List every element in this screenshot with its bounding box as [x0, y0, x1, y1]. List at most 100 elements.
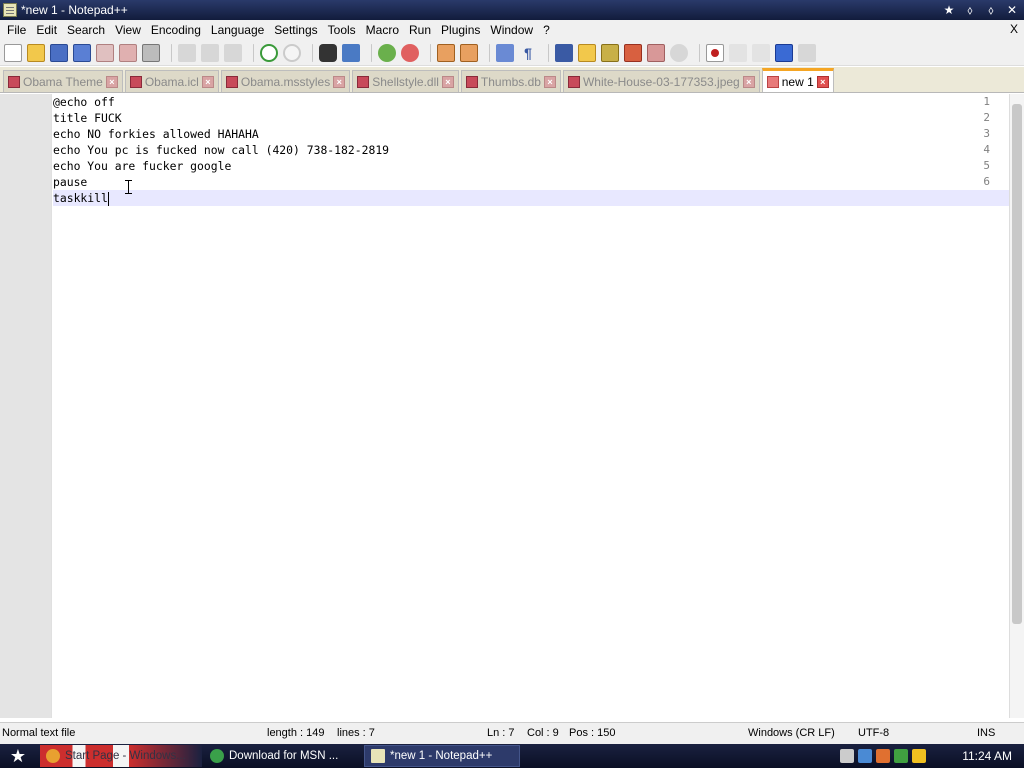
new-file-icon[interactable]	[4, 43, 22, 62]
toolbar-separator	[699, 43, 700, 62]
close-tab-icon[interactable]: ×	[441, 75, 454, 88]
menu-edit[interactable]: Edit	[31, 23, 62, 37]
menu-plugins[interactable]: Plugins	[436, 23, 485, 37]
tab-label: new 1	[781, 74, 814, 89]
network-icon[interactable]	[858, 749, 872, 763]
cut-icon[interactable]	[178, 43, 196, 62]
tab-bar: Obama Theme × Obama.icl × Obama.msstyles…	[0, 67, 1024, 93]
globe-icon	[210, 749, 224, 763]
status-length: length : 149	[267, 727, 325, 739]
editor-area[interactable]: 1 2 3 4 5 6 7 @echo off title FUCK echo …	[0, 94, 1009, 718]
replace-icon[interactable]	[342, 43, 360, 62]
status-eol[interactable]: Windows (CR LF)	[748, 727, 835, 739]
status-insert-mode[interactable]: INS	[977, 727, 995, 739]
udl-icon[interactable]	[578, 43, 596, 62]
file-icon	[8, 75, 20, 88]
ibeam-cursor-icon	[125, 180, 132, 194]
run-macro-multiple-icon[interactable]	[775, 43, 793, 62]
play-macro-icon[interactable]	[752, 43, 770, 62]
save-icon[interactable]	[50, 43, 68, 62]
save-macro-icon[interactable]	[798, 43, 816, 62]
doc-map-icon[interactable]	[601, 43, 619, 62]
copy-icon[interactable]	[201, 43, 219, 62]
indent-guide-icon[interactable]	[555, 43, 573, 62]
title-bar: *new 1 - Notepad++ ★ ⬨ ⬨ ✕	[0, 0, 1024, 20]
pin-icon[interactable]: ★	[940, 2, 958, 18]
close-tab-icon[interactable]: ×	[816, 75, 829, 88]
folder-workspace-icon[interactable]	[647, 43, 665, 62]
start-button[interactable]: ★	[0, 744, 36, 768]
clock[interactable]: 11:24 AM	[962, 749, 1012, 763]
toolbar-separator	[253, 43, 254, 62]
status-encoding[interactable]: UTF-8	[858, 727, 889, 739]
close-all-icon[interactable]	[119, 43, 137, 62]
menu-macro[interactable]: Macro	[361, 23, 404, 37]
function-list-icon[interactable]	[624, 43, 642, 62]
search-icon[interactable]	[912, 749, 926, 763]
taskbar-item-start-page[interactable]: Start Page - Windows...	[40, 745, 202, 767]
menu-help[interactable]: ?	[538, 23, 555, 37]
stop-macro-icon[interactable]	[729, 43, 747, 62]
toolbar-separator	[548, 43, 549, 62]
scrollbar-thumb[interactable]	[1012, 104, 1022, 624]
menu-encoding[interactable]: Encoding	[146, 23, 206, 37]
minimize-button[interactable]: ⬨	[961, 2, 979, 18]
undo-icon[interactable]	[260, 43, 278, 62]
close-tab-icon[interactable]: ×	[333, 75, 346, 88]
open-file-icon[interactable]	[27, 43, 45, 62]
menu-file[interactable]: File	[2, 23, 31, 37]
code-line[interactable]: echo You pc is fucked now call (420) 738…	[53, 142, 1009, 158]
maximize-button[interactable]: ⬨	[982, 2, 1000, 18]
security-icon[interactable]	[894, 749, 908, 763]
close-icon[interactable]	[96, 43, 114, 62]
tab-label: Obama.msstyles	[240, 74, 331, 89]
tab-obama-theme[interactable]: Obama Theme ×	[3, 70, 123, 92]
tab-obama-msstyles[interactable]: Obama.msstyles ×	[220, 70, 351, 92]
sync-h-icon[interactable]	[460, 43, 478, 62]
messenger-icon[interactable]	[876, 749, 890, 763]
print-icon[interactable]	[142, 43, 160, 62]
file-icon	[357, 75, 370, 88]
code-text: @echo off	[53, 95, 115, 109]
menu-language[interactable]: Language	[206, 23, 269, 37]
show-all-chars-icon[interactable]: ¶	[519, 44, 537, 62]
close-tab-icon[interactable]: ×	[543, 75, 556, 88]
keyboard-icon[interactable]	[840, 749, 854, 763]
code-line[interactable]: title FUCK	[53, 110, 1009, 126]
record-macro-icon[interactable]	[706, 43, 724, 62]
redo-icon[interactable]	[283, 43, 301, 62]
word-wrap-icon[interactable]	[496, 43, 514, 62]
tab-thumbs-db[interactable]: Thumbs.db ×	[460, 70, 561, 92]
menu-settings[interactable]: Settings	[269, 23, 322, 37]
close-tab-icon[interactable]: ×	[742, 75, 755, 88]
find-icon[interactable]	[319, 43, 337, 62]
menu-window[interactable]: Window	[485, 23, 538, 37]
sync-v-icon[interactable]	[437, 43, 455, 62]
window-title: *new 1 - Notepad++	[21, 3, 128, 17]
save-all-icon[interactable]	[73, 43, 91, 62]
code-line[interactable]: @echo off	[53, 94, 1009, 110]
current-code-line[interactable]: taskkill	[53, 190, 1009, 206]
close-tab-icon[interactable]: ×	[201, 75, 214, 88]
zoom-out-icon[interactable]	[401, 43, 419, 62]
monitor-icon[interactable]	[670, 43, 688, 62]
close-tab-icon[interactable]: ×	[105, 75, 118, 88]
paste-icon[interactable]	[224, 43, 242, 62]
menu-search[interactable]: Search	[62, 23, 110, 37]
code-line[interactable]: pause	[53, 174, 1009, 190]
close-window-button[interactable]: ✕	[1003, 2, 1021, 18]
tab-white-house-jpeg[interactable]: White-House-03-177353.jpeg ×	[562, 70, 760, 92]
menu-tools[interactable]: Tools	[323, 23, 361, 37]
close-document-button[interactable]: X	[1010, 22, 1018, 36]
code-line[interactable]: echo NO forkies allowed HAHAHA	[53, 126, 1009, 142]
taskbar-item-notepad[interactable]: *new 1 - Notepad++	[364, 745, 520, 767]
vertical-scrollbar[interactable]	[1009, 94, 1024, 718]
zoom-in-icon[interactable]	[378, 43, 396, 62]
taskbar-item-download-msn[interactable]: Download for MSN ...	[204, 745, 362, 767]
tab-shellstyle-dll[interactable]: Shellstyle.dll ×	[352, 70, 459, 92]
code-line[interactable]: echo You are fucker google	[53, 158, 1009, 174]
tab-obama-icl[interactable]: Obama.icl ×	[124, 70, 219, 92]
menu-view[interactable]: View	[110, 23, 146, 37]
menu-run[interactable]: Run	[404, 23, 436, 37]
tab-new-1[interactable]: new 1 ×	[761, 68, 834, 92]
